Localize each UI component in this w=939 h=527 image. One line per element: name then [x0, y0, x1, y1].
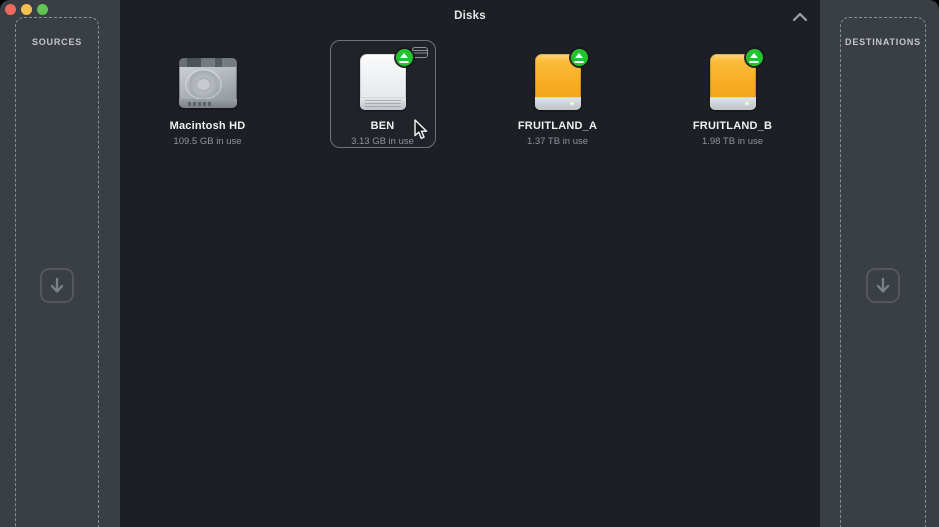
disk-platter — [185, 69, 222, 100]
drive-base — [360, 97, 406, 110]
disk-icon-slot — [360, 54, 406, 110]
disk-usage: 1.37 TB in use — [527, 136, 588, 147]
disk-usage: 3.13 GB in use — [351, 136, 414, 147]
disk-tile-fruitland-b[interactable]: FRUITLAND_B 1.98 TB in use — [680, 40, 786, 148]
sources-panel: SOURCES — [0, 0, 120, 527]
disk-icon-slot — [179, 54, 237, 110]
drive-base — [535, 97, 581, 110]
arrow-down-icon — [49, 277, 65, 295]
disk-icon-slot — [535, 54, 581, 110]
sources-add-button[interactable] — [40, 268, 74, 303]
disk-name: FRUITLAND_A — [518, 120, 597, 132]
drive-base — [710, 97, 756, 110]
close-button[interactable] — [5, 4, 16, 15]
disk-picker-panel: Disks Macintosh HD 109.5 — [120, 0, 820, 527]
external-drive-icon — [710, 54, 756, 110]
sources-label: SOURCES — [16, 37, 98, 47]
minimize-button[interactable] — [21, 4, 32, 15]
disk-grid: Macintosh HD 109.5 GB in use BEN — [120, 40, 820, 148]
disk-tile-macintosh-hd[interactable]: Macintosh HD 109.5 GB in use — [155, 40, 261, 148]
panel-title: Disks — [454, 10, 486, 22]
disk-name: BEN — [371, 120, 395, 132]
eject-icon[interactable] — [746, 49, 763, 66]
disk-cell: FRUITLAND_A 1.37 TB in use — [470, 40, 645, 148]
destinations-label: DESTINATIONS — [841, 37, 925, 47]
list-view-icon[interactable] — [412, 47, 428, 58]
disk-usage: 1.98 TB in use — [702, 136, 763, 147]
sources-dropzone[interactable]: SOURCES — [15, 17, 99, 527]
zoom-button[interactable] — [37, 4, 48, 15]
disk-name: FRUITLAND_B — [693, 120, 772, 132]
disk-cell: Macintosh HD 109.5 GB in use — [120, 40, 295, 148]
external-drive-icon — [360, 54, 406, 110]
destinations-add-button[interactable] — [866, 268, 900, 303]
destinations-dropzone[interactable]: DESTINATIONS — [840, 17, 926, 527]
chevron-up-icon[interactable] — [792, 12, 808, 22]
arrow-down-icon — [875, 277, 891, 295]
eject-icon[interactable] — [396, 49, 413, 66]
disk-cell: FRUITLAND_B 1.98 TB in use — [645, 40, 820, 148]
disk-name: Macintosh HD — [170, 120, 246, 132]
disk-tile-fruitland-a[interactable]: FRUITLAND_A 1.37 TB in use — [505, 40, 611, 148]
external-drive-icon — [535, 54, 581, 110]
window-controls — [5, 4, 48, 15]
app-window: SOURCES Disks — [0, 0, 939, 527]
destinations-panel: DESTINATIONS — [820, 0, 939, 527]
disk-picker-header: Disks — [120, 0, 820, 32]
eject-icon[interactable] — [571, 49, 588, 66]
disk-usage: 109.5 GB in use — [173, 136, 241, 147]
disk-cell: BEN 3.13 GB in use — [295, 40, 470, 148]
disk-icon-slot — [710, 54, 756, 110]
mouse-cursor-icon — [411, 119, 428, 140]
internal-drive-icon — [179, 58, 237, 108]
drive-base — [179, 99, 237, 108]
